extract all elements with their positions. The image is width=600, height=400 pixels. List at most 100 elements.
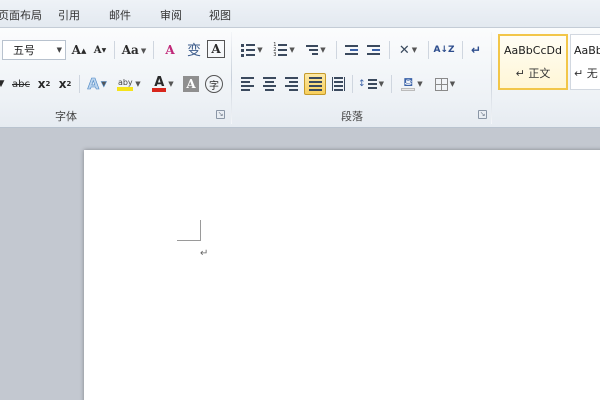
phonetic-guide-button[interactable]: 变: [184, 40, 204, 60]
line-spacing-button[interactable]: ↕ ▼: [357, 74, 385, 94]
highlight-swatch: [117, 86, 134, 91]
separator: [336, 41, 337, 59]
style-sample-text: AaBbCcDd: [504, 43, 562, 57]
style-sample-text: AaBbC: [574, 43, 600, 57]
highlight-color-button[interactable]: aby ▼: [114, 74, 144, 94]
shrink-font-label: A: [93, 44, 102, 56]
style-normal[interactable]: AaBbCcDd ↵ 正文: [498, 34, 568, 90]
separator: [391, 75, 392, 93]
ribbon: 五号 ▼ A ▲ A ▼ Aa ▼ A 变 A ▼ abc x2 x2 A ▼ aby …: [0, 28, 600, 128]
numbering-button[interactable]: 1 2 3 ▼: [270, 40, 298, 60]
enclose-characters-button[interactable]: 字: [205, 75, 223, 93]
distributed-button[interactable]: [328, 74, 348, 94]
decrease-indent-icon: [344, 45, 358, 55]
decrease-indent-button[interactable]: [341, 40, 361, 60]
ribbon-tab-bar: 页面布局 引用 邮件 审阅 视图: [0, 0, 600, 28]
group-separator: [231, 32, 232, 124]
font-color-button[interactable]: A ▼: [148, 74, 178, 94]
bullets-button[interactable]: ▼: [238, 40, 266, 60]
align-center-icon: [262, 77, 276, 91]
grow-font-label: A: [71, 43, 81, 57]
borders-icon: [434, 77, 448, 91]
justify-icon: [308, 77, 322, 91]
tab-mailings[interactable]: 邮件: [109, 7, 131, 23]
increase-indent-button[interactable]: [363, 40, 383, 60]
separator: [352, 75, 353, 93]
chevron-down-icon: ▼: [417, 80, 423, 88]
font-size-combobox[interactable]: 五号 ▼: [2, 40, 66, 60]
group-separator: [491, 32, 492, 124]
numbering-icon: 1 2 3: [273, 43, 288, 58]
chevron-down-icon: ▼: [411, 46, 418, 54]
character-shading-button[interactable]: A: [183, 76, 199, 92]
tab-view[interactable]: 视图: [209, 7, 231, 23]
separator: [114, 41, 115, 59]
align-left-icon: [240, 77, 254, 91]
chevron-down-icon: ▼: [168, 80, 174, 88]
paragraph-dialog-launcher-icon[interactable]: ↘: [478, 110, 487, 119]
chinese-layout-icon: ✕: [398, 42, 410, 58]
tab-review[interactable]: 审阅: [160, 7, 182, 23]
multilevel-list-button[interactable]: ▼: [302, 40, 330, 60]
tab-references[interactable]: 引用: [58, 7, 80, 23]
sort-button[interactable]: A↓Z: [432, 40, 456, 60]
phonetic-guide-icon: 变: [187, 43, 201, 59]
separator: [389, 41, 390, 59]
character-border-icon: A: [211, 42, 221, 56]
distributed-icon: [331, 77, 345, 91]
highlighter-glyph: aby: [117, 77, 133, 87]
separator: [153, 41, 154, 59]
font-size-value: 五号: [13, 44, 35, 57]
change-case-label: Aa: [121, 43, 139, 57]
borders-button[interactable]: ▼: [431, 74, 459, 94]
align-right-button[interactable]: [281, 74, 301, 94]
style-no-spacing[interactable]: AaBbC ↵ 无: [570, 34, 600, 90]
shading-button[interactable]: ⛾ ▼: [397, 74, 427, 94]
subscript-label: x: [37, 77, 46, 91]
paragraph-mark-icon: ↵: [470, 43, 482, 57]
align-center-button[interactable]: [259, 74, 279, 94]
enclose-characters-icon: 字: [209, 80, 219, 92]
paragraph-group-label: 段落: [341, 110, 363, 123]
separator: [428, 41, 429, 59]
strikethrough-label: abc: [12, 78, 30, 90]
chevron-down-icon: ▼: [449, 80, 456, 88]
separator: [462, 41, 463, 59]
justify-button[interactable]: [304, 73, 326, 95]
separator: [79, 75, 80, 93]
highlighter-icon: aby: [117, 77, 134, 91]
chinese-layout-button[interactable]: ✕ ▼: [394, 40, 422, 60]
line-spacing-icon: ↕: [358, 79, 377, 89]
font-color-icon: A: [152, 76, 167, 92]
chevron-down-icon: ▼: [56, 46, 62, 54]
tab-page-layout[interactable]: 页面布局: [0, 7, 42, 23]
chevron-down-icon: ▼: [320, 46, 326, 54]
font-dialog-launcher-icon[interactable]: ↘: [216, 110, 225, 119]
text-effects-button[interactable]: A ▼: [84, 74, 110, 94]
chevron-down-icon: ▼: [101, 80, 107, 89]
style-name: ↵ 正文: [515, 66, 551, 80]
chevron-down-icon: ▼: [135, 80, 141, 88]
strikethrough-button[interactable]: abc: [9, 74, 33, 94]
text-effects-icon: A: [87, 75, 100, 94]
chevron-down-icon[interactable]: ▼: [0, 74, 6, 94]
style-name: ↵ 无: [574, 66, 598, 80]
character-border-button[interactable]: A: [207, 40, 225, 58]
clear-format-icon: A: [165, 43, 175, 57]
superscript-label: x: [58, 77, 67, 91]
bullets-icon: [241, 43, 256, 57]
change-case-button[interactable]: Aa ▼: [120, 40, 148, 60]
shrink-font-button[interactable]: A ▼: [92, 40, 108, 60]
grow-font-button[interactable]: A ▲: [70, 40, 88, 60]
align-left-button[interactable]: [237, 74, 257, 94]
show-hide-marks-button[interactable]: ↵: [466, 40, 486, 60]
superscript-button[interactable]: x2: [56, 74, 74, 94]
subscript-button[interactable]: x2: [35, 74, 53, 94]
document-page[interactable]: ↵: [84, 150, 600, 400]
sort-icon: A↓Z: [433, 45, 455, 55]
margin-crop-mark: [200, 220, 201, 241]
align-right-icon: [284, 77, 298, 91]
font-color-swatch: [152, 87, 167, 92]
clear-format-button[interactable]: A: [160, 40, 180, 60]
font-group-label: 字体: [55, 110, 77, 123]
